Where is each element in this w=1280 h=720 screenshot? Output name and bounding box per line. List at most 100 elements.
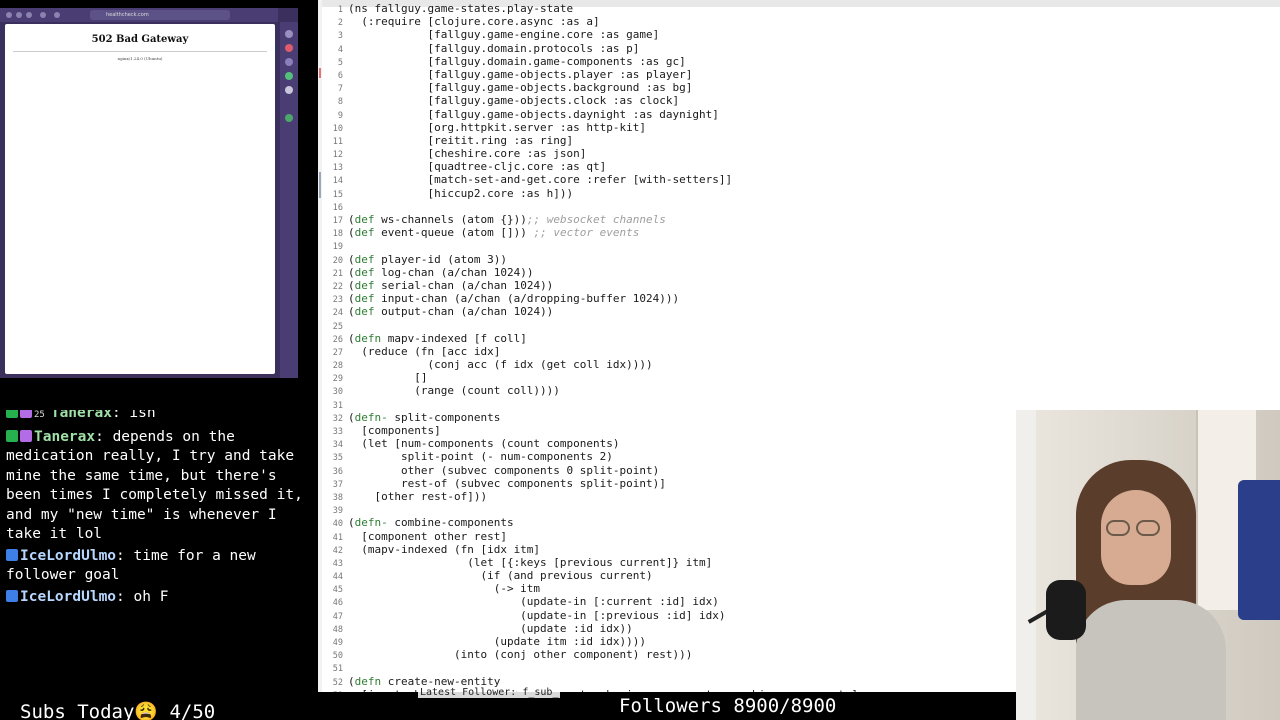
close-icon[interactable] — [6, 12, 12, 18]
code-line[interactable]: 18 (def event-queue (atom [])) ;; vector … — [318, 226, 1280, 239]
code-line[interactable]: 19 — [318, 239, 1280, 252]
crown-badge-icon — [6, 548, 18, 561]
tab-icon[interactable] — [40, 12, 46, 18]
code-text: [fallguy.game-objects.daynight :as dayni… — [348, 107, 719, 121]
chat-separator: : — [116, 588, 134, 605]
code-text: (reduce (fn [acc idx] — [348, 344, 501, 358]
code-line[interactable]: 21 (def log-chan (a/chan 1024)) — [318, 266, 1280, 279]
code-text: (def player-id (atom 3)) — [348, 252, 507, 266]
code-line[interactable]: 5 [fallguy.domain.game-components :as gc… — [318, 55, 1280, 68]
code-text: split-point (- num-components 2) — [348, 450, 613, 464]
extension-icon[interactable] — [285, 86, 293, 94]
code-line[interactable]: 15 [hiccup2.core :as h])) — [318, 187, 1280, 200]
code-text: [fallguy.game-objects.background :as bg] — [348, 81, 693, 95]
chat-username[interactable]: Tanerax — [51, 410, 112, 421]
webcam-border — [1016, 410, 1036, 720]
code-line[interactable]: 29 [] — [318, 371, 1280, 384]
maximize-icon[interactable] — [26, 12, 32, 18]
minimize-icon[interactable] — [16, 12, 22, 18]
code-text: (update itm :id idx)))) — [348, 635, 647, 648]
extension-icon[interactable] — [285, 58, 293, 66]
code-line[interactable]: 17 (def ws-channels (atom {}));; websocke… — [318, 213, 1280, 226]
code-line[interactable]: 10 [org.httpkit.server :as http-kit] — [318, 121, 1280, 134]
extension-icon[interactable] — [285, 30, 293, 38]
chat-message: IceLordUlmo: oh F — [0, 588, 310, 608]
code-text: rest-of (subvec components split-point)] — [348, 476, 666, 490]
code-text: [reitit.ring :as ring] — [348, 133, 574, 147]
latest-follower-label: Latest Follower: f_sub_ — [418, 687, 561, 698]
error-title: 502 Bad Gateway — [91, 34, 189, 45]
code-line[interactable]: 2 (:require [clojure.core.async :as a] — [318, 15, 1280, 28]
chat-message: IceLordUlmo: time for a new follower goa… — [0, 547, 310, 586]
webcam-bag — [1238, 480, 1280, 620]
code-text: [fallguy.domain.game-components :as gc] — [348, 54, 686, 68]
code-text: [cheshire.core :as json] — [348, 147, 587, 161]
divider — [13, 51, 267, 52]
code-text: [component other rest] — [348, 529, 507, 543]
microphone-icon — [1046, 580, 1086, 640]
code-line[interactable]: 26 (defn mapv-indexed [f coll] — [318, 332, 1280, 345]
line-number: 53 — [318, 690, 343, 692]
code-line[interactable]: 1 (ns fallguy.game-states.play-state — [318, 2, 1280, 15]
star-badge-icon — [20, 410, 32, 418]
extension-icon[interactable] — [285, 44, 293, 52]
subs-today-counter: Subs Today😩 4/50 — [20, 701, 216, 720]
code-text: (conj acc (f idx (get coll idx)))) — [348, 358, 653, 372]
code-text: (update-in [:previous :id] idx) — [348, 608, 726, 622]
code-text: (if (and previous current) — [348, 569, 653, 583]
chat-separator: : — [111, 410, 130, 421]
star-badge-icon — [20, 429, 32, 442]
code-line[interactable]: 25 — [318, 319, 1280, 332]
subscriber-badge-icon — [6, 429, 18, 442]
code-text: (def output-chan (a/chan 1024)) — [348, 305, 554, 319]
chat-message: 25 Tanerax: isn — [0, 410, 310, 426]
chat-panel: 25 Tanerax: isn Tanerax: depends on the m… — [0, 410, 310, 650]
code-line[interactable]: 27 (reduce (fn [acc idx] — [318, 345, 1280, 358]
webcam-feed — [1016, 410, 1280, 720]
code-line[interactable]: 28 (conj acc (f idx (get coll idx)))) — [318, 358, 1280, 371]
code-text: (mapv-indexed (fn [idx itm] — [348, 542, 541, 556]
extension-icon[interactable] — [285, 114, 293, 122]
glasses-icon — [1136, 520, 1160, 536]
code-line[interactable]: 12 [cheshire.core :as json] — [318, 147, 1280, 160]
code-text: (let [num-components (count components) — [348, 437, 620, 451]
extension-icon[interactable] — [285, 72, 293, 80]
code-line[interactable]: 23 (def input-chan (a/chan (a/dropping-bu… — [318, 292, 1280, 305]
code-line[interactable]: 24 (def output-chan (a/chan 1024)) — [318, 305, 1280, 318]
streamer-face — [1101, 490, 1171, 585]
code-line[interactable]: 9 [fallguy.game-objects.daynight :as day… — [318, 108, 1280, 121]
code-line[interactable]: 30 (range (count coll)))) — [318, 384, 1280, 397]
code-line[interactable]: 7 [fallguy.game-objects.background :as b… — [318, 81, 1280, 94]
chat-text: depends on the medication really, I try … — [6, 428, 303, 543]
chat-username[interactable]: IceLordUlmo — [20, 548, 116, 564]
tab-icon[interactable] — [54, 12, 60, 18]
browser-sidebar — [280, 22, 298, 378]
code-text: [quadtree-cljc.core :as qt] — [348, 160, 607, 174]
code-line[interactable]: 31 — [318, 398, 1280, 411]
chat-message: Tanerax: depends on the medication reall… — [0, 428, 310, 545]
chat-username[interactable]: Tanerax — [34, 429, 95, 445]
url-bar[interactable]: healthcheck.com — [90, 10, 230, 20]
code-text: (def event-queue (atom [])) ;; vector ev… — [348, 226, 640, 240]
chat-text: oh F — [133, 588, 169, 605]
code-text: [] — [348, 371, 428, 385]
code-line[interactable]: 6 [fallguy.game-objects.player :as playe… — [318, 68, 1280, 81]
code-line[interactable]: 3 [fallguy.game-engine.core :as game] — [318, 28, 1280, 41]
glasses-icon — [1106, 520, 1130, 536]
error-server: nginx/1.24.0 (Ubuntu) — [117, 56, 163, 61]
code-line[interactable]: 13 [quadtree-cljc.core :as qt] — [318, 160, 1280, 173]
code-line[interactable]: 16 — [318, 200, 1280, 213]
browser-window: healthcheck.com 502 Bad Gateway nginx/1.… — [0, 8, 298, 378]
code-line[interactable]: 14 [match-set-and-get.core :refer [with-… — [318, 173, 1280, 186]
code-text: (def input-chan (a/chan (a/dropping-buff… — [348, 292, 680, 306]
code-text: [other rest-of])) — [348, 489, 488, 503]
code-line[interactable]: 11 [reitit.ring :as ring] — [318, 134, 1280, 147]
code-line[interactable]: 20 (def player-id (atom 3)) — [318, 253, 1280, 266]
code-line[interactable]: 22 (def serial-chan (a/chan 1024)) — [318, 279, 1280, 292]
code-text: (let [{:keys [previous current]} itm] — [348, 555, 713, 569]
chat-username[interactable]: IceLordUlmo — [20, 589, 116, 605]
code-line[interactable]: 8 [fallguy.game-objects.clock :as clock] — [318, 94, 1280, 107]
code-line[interactable]: 4 [fallguy.domain.protocols :as p] — [318, 42, 1280, 55]
code-text: (update :id idx)) — [348, 621, 633, 635]
code-text: other (subvec components 0 split-point) — [348, 463, 660, 477]
